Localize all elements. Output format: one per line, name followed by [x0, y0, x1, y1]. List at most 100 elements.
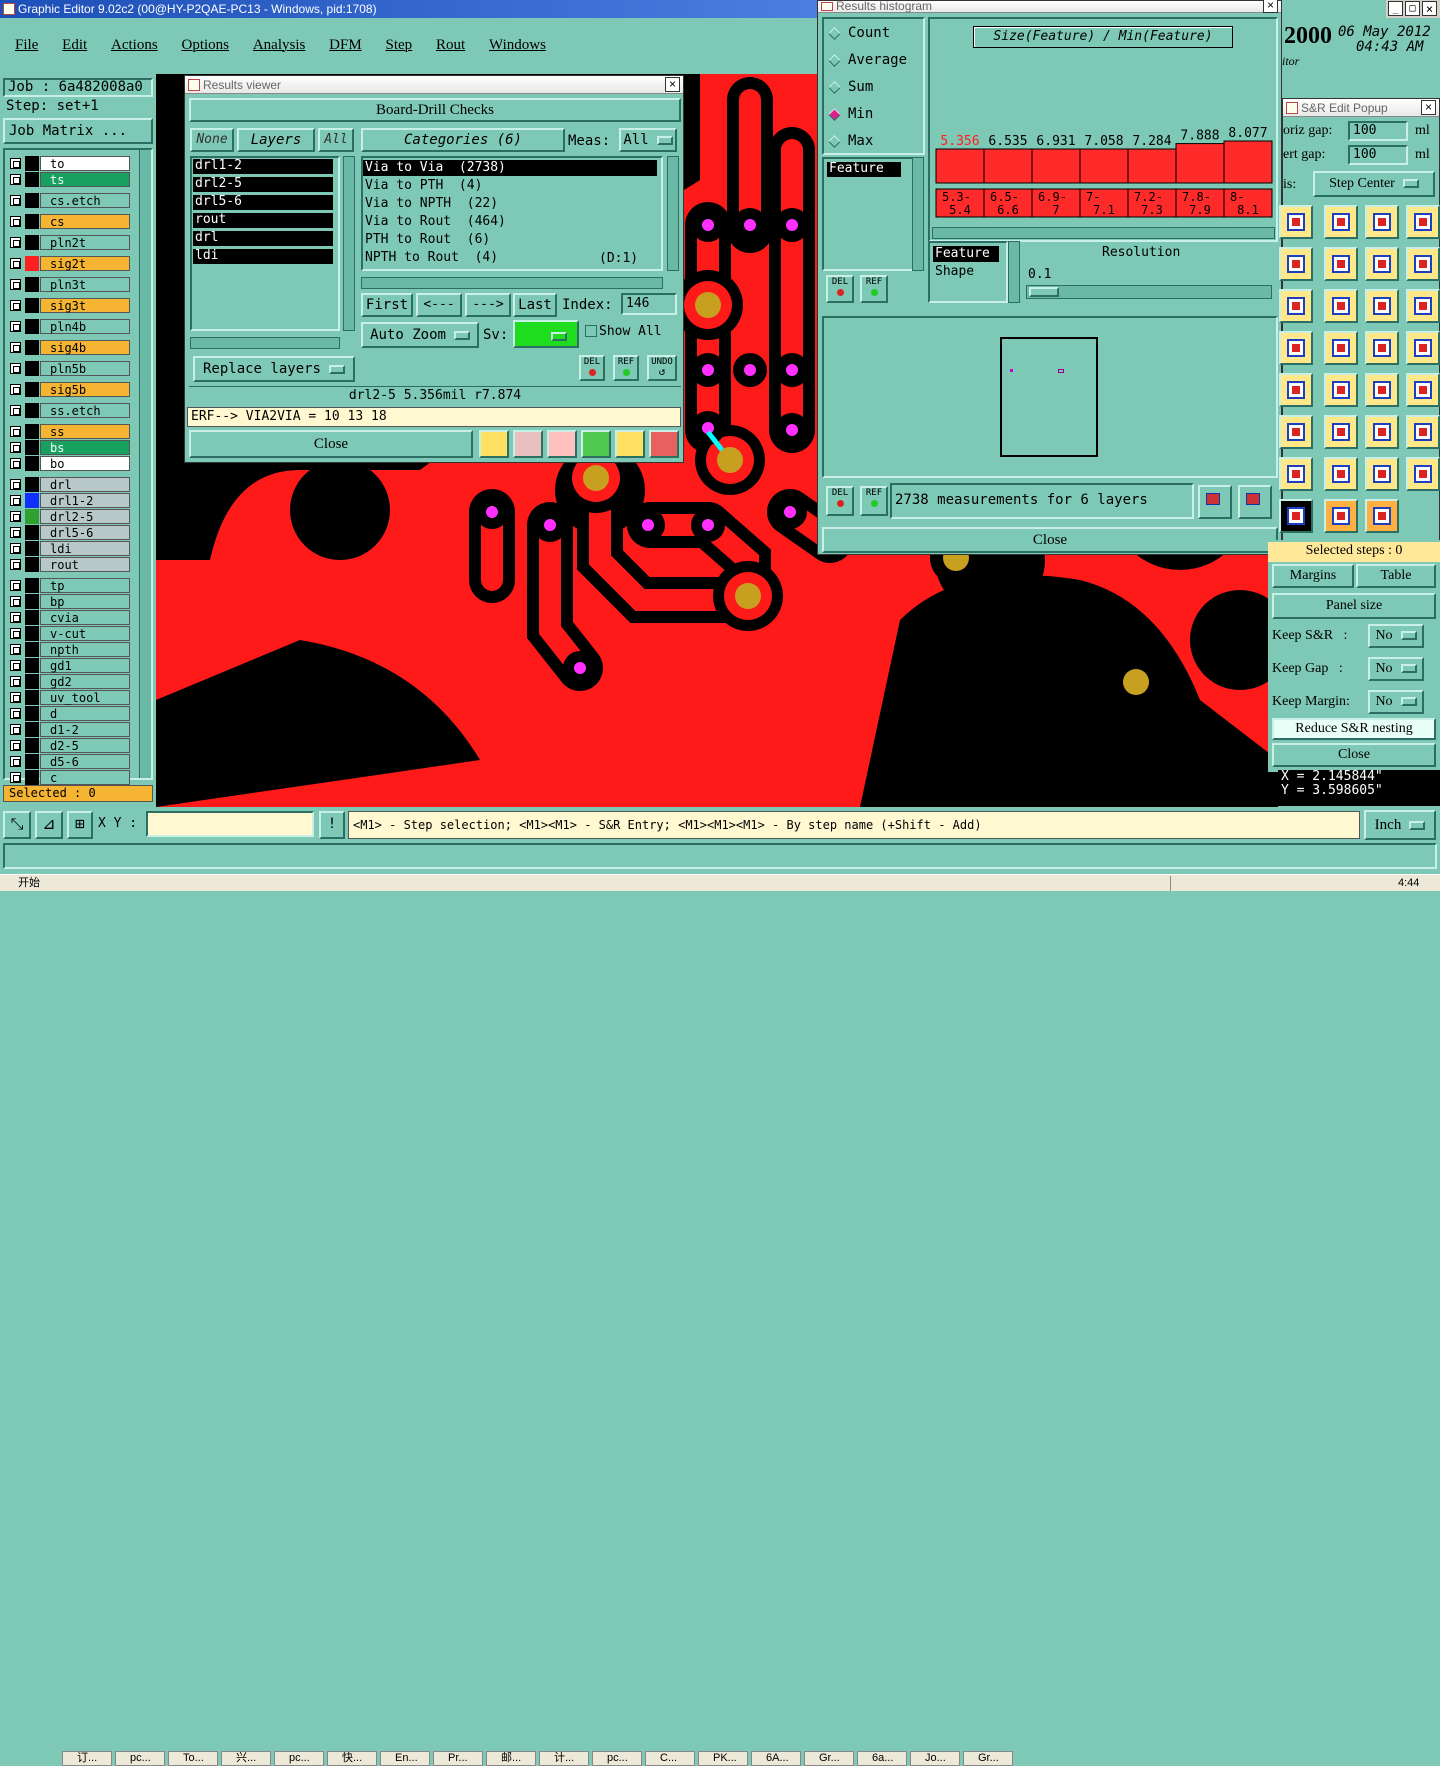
sr-tool-icon[interactable] — [1365, 499, 1399, 533]
category-item[interactable]: Via to Via (2738) — [363, 160, 657, 176]
taskbar-item[interactable]: PK... — [698, 1751, 748, 1766]
layer-checkbox[interactable] — [10, 279, 21, 290]
taskbar-item[interactable]: Jo... — [910, 1751, 960, 1766]
feature-option[interactable]: Feature — [933, 246, 999, 262]
layer-row[interactable]: bs — [8, 440, 130, 455]
sr-tool-icon[interactable] — [1406, 205, 1440, 239]
layer-checkbox[interactable] — [10, 384, 21, 395]
layer-checkbox[interactable] — [10, 405, 21, 416]
taskbar-item[interactable]: pc... — [115, 1751, 165, 1766]
layer-checkbox[interactable] — [10, 612, 21, 623]
menu-dfm[interactable]: DFM — [329, 37, 362, 53]
margins-button[interactable]: Margins — [1272, 564, 1354, 588]
undo-button[interactable]: UNDO ↺ — [647, 355, 677, 381]
results-layer-item[interactable]: ldi — [193, 249, 333, 264]
layer-checkbox[interactable] — [10, 692, 21, 703]
layer-row[interactable]: pln3t — [8, 277, 130, 292]
layer-row[interactable]: pln5b — [8, 361, 130, 376]
layer-row[interactable]: d5-6 — [8, 754, 130, 769]
sv-color-dropdown[interactable] — [513, 320, 579, 348]
layer-row[interactable]: drl2-5 — [8, 509, 130, 524]
close-icon[interactable]: × — [1422, 1, 1437, 16]
histogram-icon[interactable] — [649, 430, 679, 458]
layer-checkbox[interactable] — [10, 708, 21, 719]
meas-dropdown[interactable]: All — [619, 128, 677, 152]
histogram-bar[interactable] — [1175, 143, 1225, 184]
layer-row[interactable]: uv_tool — [8, 690, 130, 705]
results-layer-item[interactable]: rout — [193, 213, 333, 228]
layer-row[interactable]: c — [8, 770, 130, 785]
layer-row[interactable]: npth — [8, 642, 130, 657]
mode-radio-count[interactable]: Count — [828, 25, 918, 45]
sr-tool-icon[interactable] — [1279, 289, 1313, 323]
keep-margin-dropdown[interactable]: No — [1368, 690, 1424, 714]
layer-checkbox[interactable] — [10, 442, 21, 453]
category-item[interactable]: Via to Rout (464) — [363, 214, 657, 230]
reduce-nesting-button[interactable]: Reduce S&R nesting — [1272, 718, 1436, 740]
layer-checkbox[interactable] — [10, 495, 21, 506]
layer-row[interactable]: tp — [8, 578, 130, 593]
sr-tool-icon[interactable] — [1279, 205, 1313, 239]
taskbar-item[interactable]: pc... — [592, 1751, 642, 1766]
horiz-gap-input[interactable]: 100 — [1348, 121, 1408, 141]
xy-input[interactable] — [146, 811, 314, 837]
results-layer-scrollbar[interactable] — [343, 156, 355, 331]
menu-file[interactable]: File — [15, 37, 38, 53]
layer-list-scrollbar[interactable] — [139, 150, 151, 778]
none-layers-button[interactable]: None — [190, 128, 234, 152]
histogram-bar[interactable] — [1079, 148, 1129, 184]
sr-tool-icon[interactable] — [1365, 331, 1399, 365]
hist-del-button[interactable]: DEL — [826, 275, 854, 303]
results-layer-item[interactable]: drl2-5 — [193, 177, 333, 192]
taskbar-item[interactable]: C... — [645, 1751, 695, 1766]
sr-tool-icon[interactable] — [1279, 499, 1313, 533]
layer-checkbox[interactable] — [10, 772, 21, 783]
sr-tool-icon[interactable] — [1279, 247, 1313, 281]
minimize-button[interactable]: _ — [1388, 1, 1403, 16]
taskbar-item[interactable]: pc... — [274, 1751, 324, 1766]
menu-rout[interactable]: Rout — [436, 37, 465, 53]
results-layer-item[interactable]: drl1-2 — [193, 159, 333, 174]
category-item[interactable]: Via to NPTH (22) — [363, 196, 657, 212]
layer-row[interactable]: ldi — [8, 541, 130, 556]
mode-radio-min[interactable]: Min — [828, 106, 918, 126]
taskbar-item[interactable]: Gr... — [963, 1751, 1013, 1766]
feature-list-scrollbar[interactable] — [912, 157, 924, 271]
vert-gap-input[interactable]: 100 — [1348, 145, 1408, 165]
taskbar-item[interactable]: 计... — [539, 1751, 589, 1766]
sr-tool-icon[interactable] — [1324, 415, 1358, 449]
layer-row[interactable]: drl1-2 — [8, 493, 130, 508]
sr-tool-icon[interactable] — [1279, 457, 1313, 491]
sr-tool-icon[interactable] — [1324, 247, 1358, 281]
layer-row[interactable]: gd1 — [8, 658, 130, 673]
auto-zoom-dropdown[interactable]: Auto Zoom — [361, 322, 479, 348]
export-icon-2[interactable] — [1238, 485, 1272, 519]
layers-button[interactable]: Layers — [237, 128, 315, 152]
layer-checkbox[interactable] — [10, 174, 21, 185]
layer-row[interactable]: v-cut — [8, 626, 130, 641]
info-icon[interactable]: ! — [319, 811, 345, 839]
preview-del-button[interactable]: DEL — [826, 486, 854, 516]
sr-tool-icon[interactable] — [1279, 373, 1313, 407]
histogram-bar[interactable] — [1031, 148, 1081, 184]
sr-tool-icon[interactable] — [1365, 457, 1399, 491]
feature-shape-scrollbar[interactable] — [1008, 241, 1020, 303]
layer-checkbox[interactable] — [10, 158, 21, 169]
sr-tool-icon[interactable] — [1406, 331, 1440, 365]
layer-checkbox[interactable] — [10, 676, 21, 687]
menu-actions[interactable]: Actions — [111, 37, 158, 53]
layer-row[interactable]: sig5b — [8, 382, 130, 397]
layer-row[interactable]: drl5-6 — [8, 525, 130, 540]
layer-row[interactable]: sig3t — [8, 298, 130, 313]
start-button[interactable]: 开始 — [0, 876, 58, 891]
resolution-slider[interactable] — [1026, 285, 1272, 299]
layer-checkbox[interactable] — [10, 756, 21, 767]
layer-checkbox[interactable] — [10, 216, 21, 227]
layer-row[interactable]: cs — [8, 214, 130, 229]
taskbar-item[interactable]: 邮... — [486, 1751, 536, 1766]
taskbar-item[interactable]: 快... — [327, 1751, 377, 1766]
layer-row[interactable]: d — [8, 706, 130, 721]
index-input[interactable]: 146 — [621, 293, 677, 315]
histogram-bar[interactable] — [1223, 140, 1273, 184]
layer-checkbox[interactable] — [10, 237, 21, 248]
